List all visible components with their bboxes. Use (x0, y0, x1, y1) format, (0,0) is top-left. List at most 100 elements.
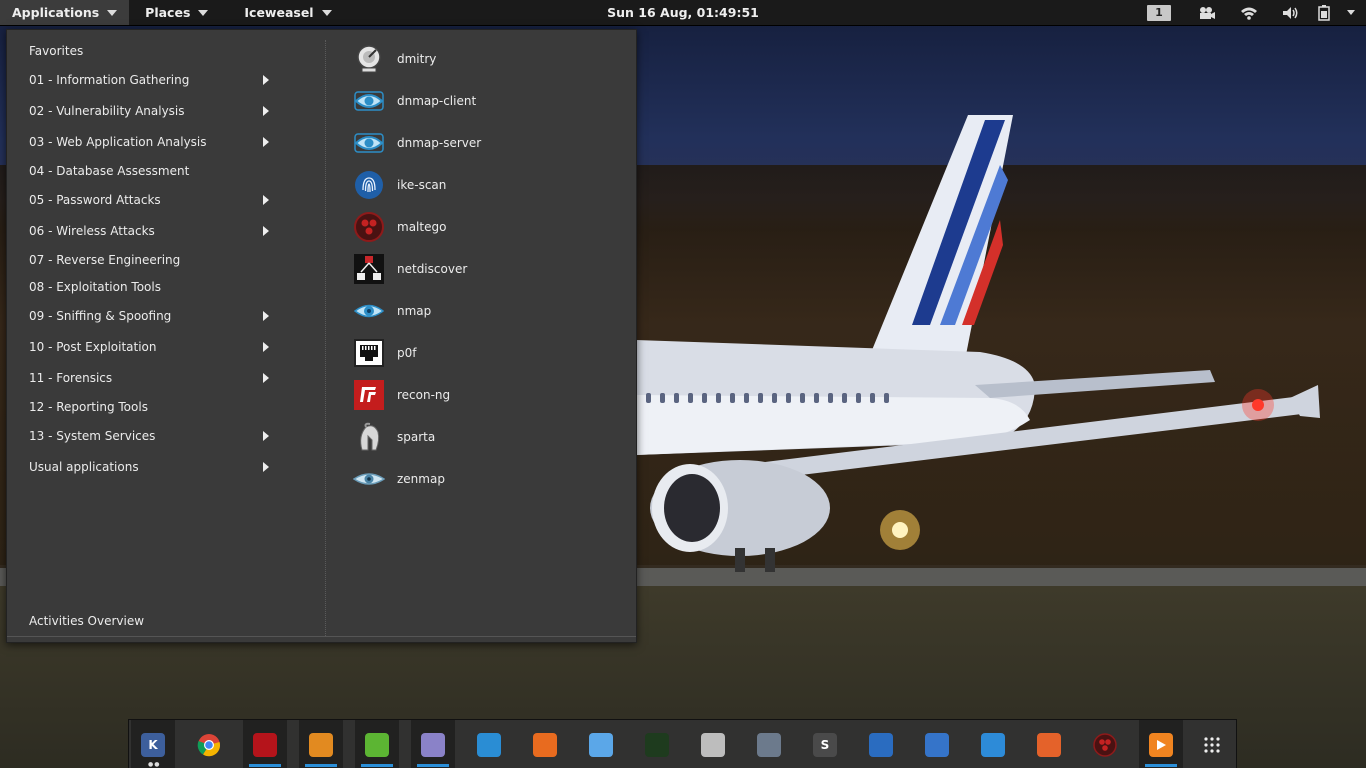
app-item-recon-ng[interactable]: recon-ng (353, 378, 613, 412)
satellite-dish-icon (353, 43, 385, 75)
dock-item-kali[interactable]: K ●● (131, 720, 175, 768)
dock-item-text-editor[interactable] (411, 720, 455, 768)
running-indicator (305, 764, 337, 767)
chevron-right-icon (263, 342, 269, 352)
category-exploitation-tools[interactable]: 08 - Exploitation Tools (29, 276, 279, 298)
dock-item-wireshark[interactable] (747, 720, 791, 768)
burp-icon (1037, 732, 1061, 757)
dock-item-maltego-dock[interactable] (1083, 720, 1127, 768)
app-label: sparta (397, 430, 436, 444)
category-label: 10 - Post Exploitation (29, 340, 157, 354)
app-item-zenmap[interactable]: zenmap (353, 462, 613, 496)
chevron-right-icon (263, 311, 269, 321)
dock-item-burp[interactable] (1027, 720, 1071, 768)
app-item-p0f[interactable]: p0f (353, 336, 613, 370)
category-post-exploitation[interactable]: 10 - Post Exploitation (29, 336, 279, 358)
dock-item-oscilloscope[interactable] (971, 720, 1015, 768)
chevron-right-icon (263, 75, 269, 85)
menu-separator (7, 636, 636, 637)
chevron-down-icon (321, 9, 332, 16)
dock-item-activity-monitor[interactable] (635, 720, 679, 768)
eye-icon (353, 295, 385, 327)
kali-icon: K (141, 732, 165, 757)
camera-icon[interactable] (1186, 0, 1228, 25)
category-reporting-tools[interactable]: 12 - Reporting Tools (29, 396, 279, 418)
dock-item-chrome[interactable] (187, 720, 231, 768)
category-favorites[interactable]: Favorites (29, 40, 279, 62)
applications-menu-button[interactable]: Applications (0, 0, 130, 25)
category-password-attacks[interactable]: 05 - Password Attacks (29, 189, 279, 211)
category-database-assessment[interactable]: 04 - Database Assessment (29, 160, 279, 182)
chevron-right-icon (263, 431, 269, 441)
dock-item-armitage[interactable] (243, 720, 287, 768)
dock-item-gns3[interactable] (859, 720, 903, 768)
category-label: 08 - Exploitation Tools (29, 280, 161, 294)
dock-item-calculator[interactable] (691, 720, 735, 768)
wifi-icon[interactable] (1228, 0, 1270, 25)
dock-item-iceweasel[interactable] (579, 720, 623, 768)
category-label: Usual applications (29, 460, 139, 474)
category-web-application-analysis[interactable]: 03 - Web Application Analysis (29, 131, 279, 153)
app-item-dmitry[interactable]: dmitry (353, 42, 613, 76)
battery-icon[interactable] (1312, 0, 1336, 25)
app-label: dmitry (397, 52, 437, 66)
category-vulnerability-analysis[interactable]: 02 - Vulnerability Analysis (29, 100, 279, 122)
category-forensics[interactable]: 11 - Forensics (29, 367, 279, 389)
iceweasel-menu-button[interactable]: Iceweasel (232, 0, 343, 25)
category-list: Favorites 01 - Information Gathering 02 … (7, 30, 325, 636)
app-label: p0f (397, 346, 417, 360)
app-item-netdiscover[interactable]: netdiscover (353, 252, 613, 286)
app-item-dnmap-server[interactable]: dnmap-server (353, 126, 613, 160)
wireshark-icon (757, 732, 781, 757)
dock-item-screenshot[interactable] (915, 720, 959, 768)
places-menu-label: Places (145, 5, 191, 20)
eye-arrows-icon (353, 85, 385, 117)
app-item-nmap[interactable]: nmap (353, 294, 613, 328)
workspace-indicator[interactable]: 1 (1132, 0, 1186, 25)
places-menu-button[interactable]: Places (133, 0, 220, 25)
power-menu-button[interactable] (1336, 0, 1366, 25)
category-usual-applications[interactable]: Usual applications (29, 456, 279, 478)
menu-divider (325, 40, 326, 636)
dock-item-show-apps[interactable] (1190, 720, 1234, 768)
app-label: ike-scan (397, 178, 447, 192)
app-label: netdiscover (397, 262, 468, 276)
category-label: 13 - System Services (29, 429, 156, 443)
volume-icon[interactable] (1270, 0, 1312, 25)
app-item-ike-scan[interactable]: ike-scan (353, 168, 613, 202)
burpsuite-icon (533, 732, 557, 757)
gns3-icon (869, 732, 893, 757)
category-label: 12 - Reporting Tools (29, 400, 148, 414)
clock[interactable]: Sun 16 Aug, 01:49:51 (607, 5, 759, 20)
chrome-icon (197, 733, 221, 757)
ethernet-port-icon (353, 337, 385, 369)
app-label: dnmap-client (397, 94, 477, 108)
dock-item-media-player[interactable] (1139, 720, 1183, 768)
dock-item-system-monitor[interactable] (467, 720, 511, 768)
media-player-icon (1149, 732, 1173, 757)
category-system-services[interactable]: 13 - System Services (29, 425, 279, 447)
dock-item-burpsuite[interactable] (523, 720, 567, 768)
maltego-dock-icon (1093, 732, 1117, 757)
calculator-icon (701, 732, 725, 757)
dash-dock: K ●● S (128, 719, 1237, 768)
app-item-maltego[interactable]: maltego (353, 210, 613, 244)
eye-icon (353, 463, 385, 495)
activities-overview-button[interactable]: Activities Overview (29, 610, 279, 632)
category-wireless-attacks[interactable]: 06 - Wireless Attacks (29, 220, 279, 242)
category-reverse-engineering[interactable]: 07 - Reverse Engineering (29, 249, 279, 271)
recon-icon (353, 379, 385, 411)
running-indicator (1145, 764, 1177, 767)
activity-monitor-icon (645, 732, 669, 757)
app-item-sparta[interactable]: sparta (353, 420, 613, 454)
dock-item-leafpad[interactable] (355, 720, 399, 768)
workspace-number: 1 (1147, 4, 1171, 21)
app-label: zenmap (397, 472, 445, 486)
app-item-dnmap-client[interactable]: dnmap-client (353, 84, 613, 118)
chevron-right-icon (263, 195, 269, 205)
category-information-gathering[interactable]: 01 - Information Gathering (29, 69, 279, 91)
category-sniffing-spoofing[interactable]: 09 - Sniffing & Spoofing (29, 305, 279, 327)
activities-overview-label: Activities Overview (29, 614, 145, 628)
dock-item-sublime[interactable]: S (803, 720, 847, 768)
dock-item-files[interactable] (299, 720, 343, 768)
